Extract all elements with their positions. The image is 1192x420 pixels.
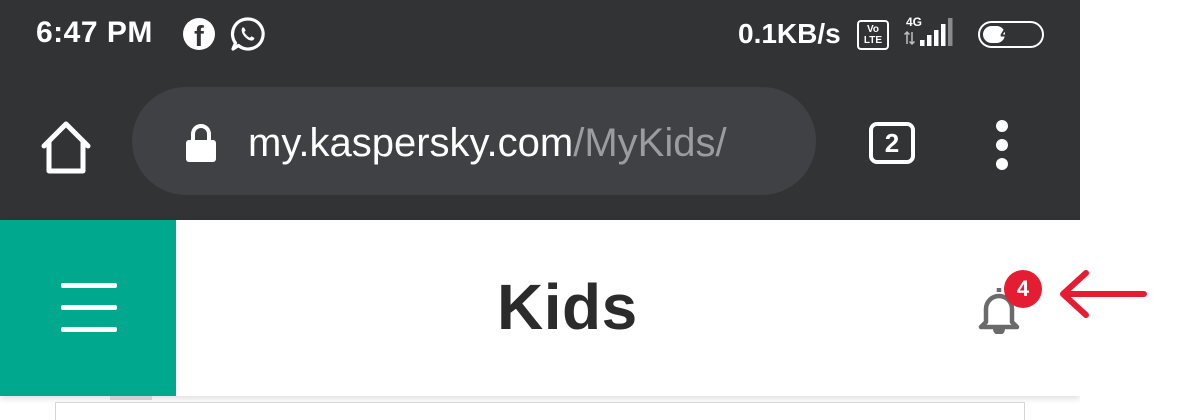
address-bar[interactable]: my.kaspersky.com/MyKids/ xyxy=(132,87,816,195)
annotation-arrow xyxy=(1060,270,1147,318)
battery-icon: 40 xyxy=(978,21,1044,48)
app-header: Kids xyxy=(0,220,1080,396)
battery-level-text: 40 xyxy=(1000,23,1022,44)
url-domain: my.kaspersky.com xyxy=(248,121,574,165)
annotation-margin xyxy=(1080,0,1192,420)
lock-icon xyxy=(186,124,216,162)
content-card xyxy=(55,402,1025,420)
page-title: Kids xyxy=(497,271,638,343)
status-bar: 6:47 PM f 0.1KB/s Vo LTE 4G 40 xyxy=(0,0,1080,70)
home-icon[interactable] xyxy=(36,118,96,178)
volte-icon: Vo LTE xyxy=(857,20,889,50)
network-type-label: 4G xyxy=(906,15,922,29)
hamburger-menu-icon[interactable] xyxy=(0,220,176,396)
url-path: /MyKids/ xyxy=(573,121,727,165)
overflow-menu-icon[interactable] xyxy=(988,120,1016,170)
browser-toolbar: my.kaspersky.com/MyKids/ 2 xyxy=(0,70,1080,220)
network-speed: 0.1KB/s xyxy=(738,18,841,49)
whatsapp-icon xyxy=(230,17,265,51)
volte-bottom-label: LTE xyxy=(863,35,883,46)
phone-screen: 6:47 PM f 0.1KB/s Vo LTE 4G 40 my.kasper… xyxy=(0,0,1080,420)
status-time: 6:47 PM xyxy=(36,16,153,49)
volte-top-label: Vo xyxy=(866,24,880,35)
url-text: my.kaspersky.com/MyKids/ xyxy=(248,121,727,165)
signal-icon: 4G xyxy=(903,15,953,46)
tab-switcher-button[interactable]: 2 xyxy=(869,122,915,164)
card-tab-indicator xyxy=(110,396,152,400)
notification-badge[interactable]: 4 xyxy=(1004,270,1042,308)
facebook-icon: f xyxy=(183,18,215,53)
